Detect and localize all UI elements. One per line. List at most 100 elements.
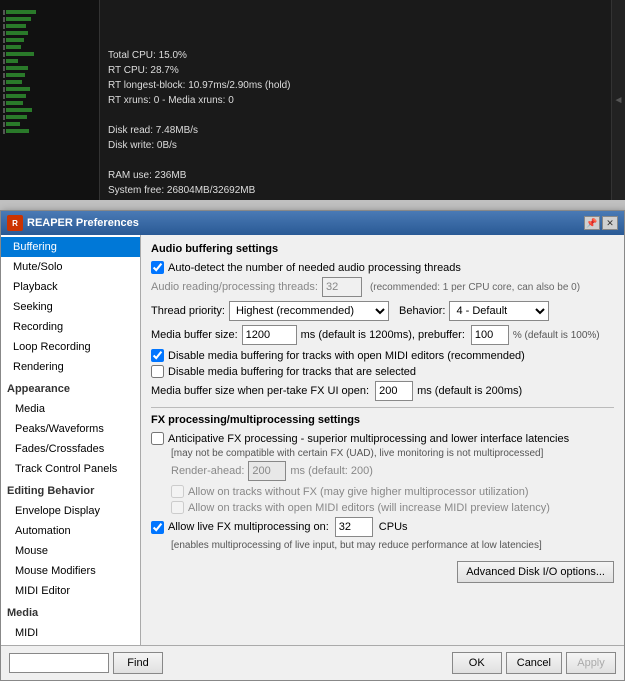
media-buffer-label: Media buffer size: — [151, 329, 238, 341]
sidebar-item-video-import-misc[interactable]: Video/Import/Misc — [1, 643, 140, 645]
prebuffer-note: % (default is 100%) — [513, 330, 600, 341]
find-button[interactable]: Find — [113, 652, 163, 674]
sidebar-item-mouse-modifiers[interactable]: Mouse Modifiers — [1, 561, 140, 581]
ok-cancel-area: OK Cancel Apply — [452, 652, 616, 674]
divider-1 — [151, 407, 614, 408]
stat-rt-block: RT longest-block: 10.97ms/2.90ms (hold) — [108, 78, 603, 93]
preferences-window: R REAPER Preferences 📌 ✕ Buffering Mute/… — [0, 210, 625, 681]
sidebar-item-playback[interactable]: Playback — [1, 277, 140, 297]
media-buffer-ui-input[interactable] — [375, 381, 413, 401]
live-fx-unit: CPUs — [379, 521, 408, 533]
stat-disk-read: Disk read: 7.48MB/s — [108, 123, 603, 138]
adv-disk-area: Advanced Disk I/O options... — [151, 561, 614, 583]
sidebar-item-seeking[interactable]: Seeking — [1, 297, 140, 317]
threads-note: (recommended: 1 per CPU core, can also b… — [370, 282, 580, 293]
stat-rt-cpu: RT CPU: 28.7% — [108, 63, 603, 78]
pref-bottom: Find OK Cancel Apply — [1, 645, 624, 680]
render-ahead-row: Render-ahead: ms (default: 200) — [171, 461, 614, 481]
perf-stats: Total CPU: 15.0% RT CPU: 28.7% RT longes… — [100, 44, 611, 232]
cancel-button[interactable]: Cancel — [506, 652, 562, 674]
anticipative-label: Anticipative FX processing - superior mu… — [168, 433, 569, 445]
sidebar-item-buffering[interactable]: Buffering — [1, 237, 140, 257]
live-fx-note: [enables multiprocessing of live input, … — [171, 540, 614, 551]
sidebar-item-track-control-panels[interactable]: Track Control Panels — [1, 459, 140, 479]
disable-selected-label: Disable media buffering for tracks that … — [168, 366, 416, 378]
allow-midi-row: Allow on tracks with open MIDI editors (… — [171, 501, 614, 514]
sidebar-item-mouse[interactable]: Mouse — [1, 541, 140, 561]
live-fx-checkbox[interactable] — [151, 521, 164, 534]
media-buffer-ui-label: Media buffer size when per-take FX UI op… — [151, 385, 369, 397]
close-button[interactable]: ✕ — [602, 216, 618, 230]
media-buffer-row: Media buffer size: ms (default is 1200ms… — [151, 325, 614, 345]
stat-total-cpu: Total CPU: 15.0% — [108, 48, 603, 63]
thread-priority-select[interactable]: Highest (recommended) Above Normal Norma… — [229, 301, 389, 321]
ok-button[interactable]: OK — [452, 652, 502, 674]
stat-xruns: RT xruns: 0 - Media xruns: 0 — [108, 93, 603, 108]
stat-disk-write: Disk write: 0B/s — [108, 138, 603, 153]
sidebar-item-fades-crossfades[interactable]: Fades/Crossfades — [1, 439, 140, 459]
allow-no-fx-row: Allow on tracks without FX (may give hig… — [171, 485, 614, 498]
apply-button[interactable]: Apply — [566, 652, 616, 674]
sidebar-item-envelope-display[interactable]: Envelope Display — [1, 501, 140, 521]
allow-midi-checkbox — [171, 501, 184, 514]
anticipative-row: Anticipative FX processing - superior mu… — [151, 432, 614, 445]
monitor-left — [0, 0, 100, 200]
autodetect-row: Auto-detect the number of needed audio p… — [151, 261, 614, 274]
fx-section-title: FX processing/multiprocessing settings — [151, 414, 614, 426]
render-ahead-label: Render-ahead: — [171, 465, 244, 477]
threads-label: Audio reading/processing threads: — [151, 281, 318, 293]
disable-selected-row: Disable media buffering for tracks that … — [151, 365, 614, 378]
titlebar-left: R REAPER Preferences — [7, 215, 139, 231]
main-content: Audio buffering settings Auto-detect the… — [141, 235, 624, 645]
resize-handle[interactable]: ◄ — [611, 0, 625, 200]
stat-system-free: System free: 26804MB/32692MB — [108, 183, 603, 198]
anticipative-note: [may not be compatible with certain FX (… — [171, 448, 614, 459]
sidebar-header-media: Media — [1, 601, 140, 623]
prebuffer-input[interactable] — [471, 325, 509, 345]
thread-priority-row: Thread priority: Highest (recommended) A… — [151, 301, 614, 321]
titlebar: R REAPER Preferences 📌 ✕ — [1, 211, 624, 235]
stat-blank2 — [108, 153, 603, 168]
sidebar-item-peaks-waveforms[interactable]: Peaks/Waveforms — [1, 419, 140, 439]
autodetect-checkbox[interactable] — [151, 261, 164, 274]
stat-blank1 — [108, 108, 603, 123]
anticipative-checkbox[interactable] — [151, 432, 164, 445]
pin-button[interactable]: 📌 — [584, 216, 600, 230]
allow-no-fx-checkbox — [171, 485, 184, 498]
threads-input: 32 — [322, 277, 362, 297]
live-fx-row: Allow live FX multiprocessing on: CPUs — [151, 517, 614, 537]
media-buffer-input[interactable] — [242, 325, 297, 345]
search-area: Find — [9, 652, 163, 674]
autodetect-label: Auto-detect the number of needed audio p… — [168, 262, 461, 274]
sidebar-item-automation[interactable]: Automation — [1, 521, 140, 541]
render-ahead-input — [248, 461, 286, 481]
disable-midi-label: Disable media buffering for tracks with … — [168, 350, 525, 362]
render-ahead-unit: ms (default: 200) — [290, 465, 373, 477]
search-input[interactable] — [9, 653, 109, 673]
sidebar-item-media[interactable]: Media — [1, 399, 140, 419]
live-fx-label: Allow live FX multiprocessing on: — [168, 521, 329, 533]
stat-ram: RAM use: 236MB — [108, 168, 603, 183]
section-title: Audio buffering settings — [151, 243, 614, 255]
audio-threads-row: Audio reading/processing threads: 32 (re… — [151, 277, 614, 297]
sidebar-item-mute-solo[interactable]: Mute/Solo — [1, 257, 140, 277]
window-title: REAPER Preferences — [27, 217, 139, 229]
sidebar-item-midi-editor[interactable]: MIDI Editor — [1, 581, 140, 601]
disable-midi-checkbox[interactable] — [151, 349, 164, 362]
disable-selected-checkbox[interactable] — [151, 365, 164, 378]
titlebar-buttons[interactable]: 📌 ✕ — [584, 216, 618, 230]
sidebar-item-loop-recording[interactable]: Loop Recording — [1, 337, 140, 357]
sidebar-header-editing: Editing Behavior — [1, 479, 140, 501]
thread-priority-label: Thread priority: — [151, 305, 225, 317]
sidebar-item-midi[interactable]: MIDI — [1, 623, 140, 643]
allow-midi-label: Allow on tracks with open MIDI editors (… — [188, 502, 550, 514]
sidebar-item-recording[interactable]: Recording — [1, 317, 140, 337]
media-buffer-ui-row: Media buffer size when per-take FX UI op… — [151, 381, 614, 401]
disable-midi-row: Disable media buffering for tracks with … — [151, 349, 614, 362]
allow-no-fx-label: Allow on tracks without FX (may give hig… — [188, 486, 529, 498]
behavior-select[interactable]: 4 - Default 1 2 3 — [449, 301, 549, 321]
sidebar-item-rendering[interactable]: Rendering — [1, 357, 140, 377]
live-fx-input[interactable] — [335, 517, 373, 537]
adv-disk-button[interactable]: Advanced Disk I/O options... — [457, 561, 614, 583]
media-buffer-unit: ms (default is 1200ms), prebuffer: — [301, 329, 465, 341]
